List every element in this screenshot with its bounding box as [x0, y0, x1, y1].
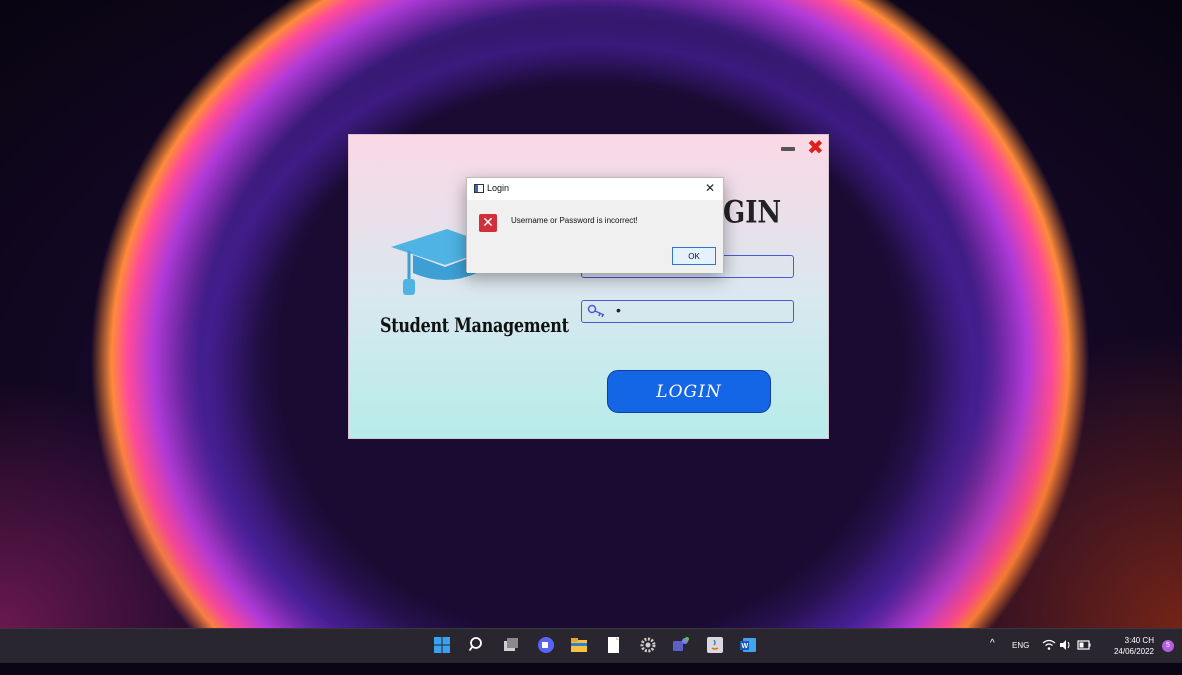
notepad-icon[interactable]	[604, 636, 622, 654]
windows-start-icon[interactable]	[433, 636, 451, 654]
close-icon[interactable]: ✖	[807, 137, 824, 157]
dialog-body: ✕ Username or Password is incorrect! OK	[467, 200, 723, 273]
clock-date: 24/06/2022	[1113, 647, 1154, 656]
dialog-title: Login	[487, 183, 510, 193]
task-view-icon[interactable]	[502, 636, 520, 654]
key-icon	[587, 304, 605, 318]
login-heading: GIN	[723, 195, 782, 231]
file-explorer-icon[interactable]	[570, 636, 588, 654]
login-button[interactable]: LOGIN	[607, 370, 771, 413]
ok-button[interactable]: OK	[672, 247, 716, 265]
settings-icon[interactable]	[639, 636, 657, 654]
svg-text:W: W	[742, 643, 749, 650]
battery-icon[interactable]	[1077, 640, 1091, 650]
notification-badge[interactable]: 5	[1162, 640, 1174, 652]
volume-icon[interactable]	[1059, 639, 1073, 651]
password-value: •	[616, 302, 621, 318]
word-icon[interactable]: W	[739, 636, 757, 654]
dialog-message: Username or Password is incorrect!	[511, 216, 638, 225]
error-icon: ✕	[479, 214, 497, 232]
search-icon[interactable]	[468, 636, 486, 654]
java-app-icon[interactable]	[706, 636, 724, 654]
teams-icon[interactable]	[672, 636, 690, 654]
taskbar: W ^ ENG 3:40 CH 24/06/2022 5	[0, 628, 1182, 663]
wallpaper-glow-left	[0, 380, 260, 628]
error-dialog: Login ✕ ✕ Username or Password is incorr…	[466, 177, 724, 273]
app-brand-label: Student Management	[380, 313, 569, 337]
clock-time: 3:40 CH	[1124, 636, 1154, 645]
tray-chevron-icon[interactable]: ^	[990, 638, 995, 672]
chat-icon[interactable]	[537, 636, 555, 654]
window-icon	[474, 184, 484, 193]
dialog-titlebar[interactable]: Login ✕	[467, 178, 723, 200]
wifi-icon[interactable]	[1042, 639, 1056, 651]
password-field[interactable]: •	[581, 300, 794, 323]
minimize-icon[interactable]	[781, 147, 795, 151]
system-clock[interactable]: 3:40 CH 24/06/2022	[1114, 635, 1154, 657]
wallpaper-glow-right	[882, 330, 1182, 628]
dialog-close-icon[interactable]: ✕	[705, 181, 715, 195]
language-indicator[interactable]: ENG	[1012, 641, 1029, 675]
